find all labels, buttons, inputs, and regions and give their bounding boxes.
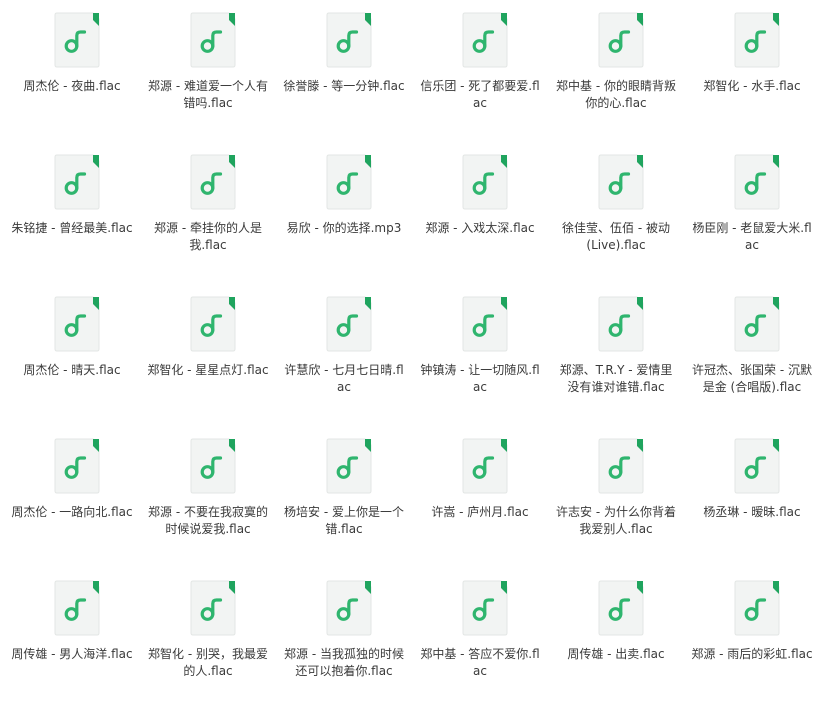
file-item[interactable]: 周传雄 - 出卖.flac [551, 568, 681, 698]
file-item[interactable]: 郑智化 - 星星点灯.flac [143, 284, 273, 414]
file-name: 郑源 - 不要在我寂寞的时候说爱我.flac [148, 505, 268, 536]
file-item[interactable]: 许冠杰、张国荣 - 沉默是金 (合唱版).flac [687, 284, 817, 414]
file-name: 徐誉滕 - 等一分钟.flac [283, 79, 405, 93]
file-name: 易欣 - 你的选择.mp3 [286, 221, 402, 235]
file-item[interactable]: 信乐团 - 死了都要爱.flac [415, 0, 545, 130]
music-file-icon [734, 296, 780, 352]
music-file-icon [326, 12, 372, 68]
file-item[interactable]: 郑智化 - 水手.flac [687, 0, 817, 130]
file-item[interactable]: 徐佳莹、伍佰 - 被动 (Live).flac [551, 142, 681, 272]
file-name: 杨丞琳 - 暧昧.flac [703, 505, 801, 519]
file-name: 许嵩 - 庐州月.flac [431, 505, 529, 519]
file-name: 许慧欣 - 七月七日晴.flac [284, 363, 404, 394]
file-item[interactable]: 郑源 - 牵挂你的人是我.flac [143, 142, 273, 272]
file-grid: 周杰伦 - 夜曲.flac 郑源 - 难道爱一个人有错吗.flac 徐誉滕 - 等一… [0, 0, 823, 711]
file-name: 杨臣刚 - 老鼠爱大米.flac [692, 221, 812, 252]
file-name: 郑中基 - 你的眼睛背叛你的心.flac [556, 79, 676, 110]
file-item[interactable]: 郑智化 - 别哭，我最爱的人.flac [143, 568, 273, 698]
file-name: 杨培安 - 爱上你是一个错.flac [284, 505, 404, 536]
music-file-icon [190, 580, 236, 636]
file-name: 周杰伦 - 一路向北.flac [11, 505, 133, 519]
music-file-icon [598, 154, 644, 210]
music-file-icon [462, 438, 508, 494]
music-file-icon [190, 296, 236, 352]
file-name: 郑源 - 牵挂你的人是我.flac [154, 221, 262, 252]
file-item[interactable]: 许嵩 - 庐州月.flac [415, 426, 545, 556]
file-item[interactable]: 郑中基 - 你的眼睛背叛你的心.flac [551, 0, 681, 130]
file-name: 郑源 - 入戏太深.flac [425, 221, 535, 235]
file-item[interactable]: 徐誉滕 - 等一分钟.flac [279, 0, 409, 130]
music-file-icon [462, 296, 508, 352]
music-file-icon [190, 438, 236, 494]
file-item[interactable]: 朱铭捷 - 曾经最美.flac [7, 142, 137, 272]
file-name: 郑源 - 当我孤独的时候还可以抱着你.flac [284, 647, 404, 678]
music-file-icon [54, 154, 100, 210]
music-file-icon [462, 580, 508, 636]
music-file-icon [326, 580, 372, 636]
file-item[interactable]: 郑源 - 入戏太深.flac [415, 142, 545, 272]
file-name: 郑源 - 雨后的彩虹.flac [691, 647, 813, 661]
music-file-icon [190, 154, 236, 210]
music-file-icon [54, 296, 100, 352]
file-item[interactable]: 周传雄 - 男人海洋.flac [7, 568, 137, 698]
music-file-icon [598, 296, 644, 352]
music-file-icon [54, 438, 100, 494]
file-name: 郑中基 - 答应不爱你.flac [420, 647, 540, 678]
file-name: 许冠杰、张国荣 - 沉默是金 (合唱版).flac [692, 363, 812, 394]
music-file-icon [190, 12, 236, 68]
file-item[interactable]: 许志安 - 为什么你背着我爱别人.flac [551, 426, 681, 556]
music-file-icon [734, 12, 780, 68]
file-item[interactable]: 杨臣刚 - 老鼠爱大米.flac [687, 142, 817, 272]
music-file-icon [54, 580, 100, 636]
music-file-icon [598, 580, 644, 636]
file-name: 周传雄 - 出卖.flac [567, 647, 665, 661]
music-file-icon [326, 438, 372, 494]
file-item[interactable]: 郑源 - 雨后的彩虹.flac [687, 568, 817, 698]
file-item[interactable]: 杨丞琳 - 暧昧.flac [687, 426, 817, 556]
file-name: 朱铭捷 - 曾经最美.flac [11, 221, 133, 235]
music-file-icon [734, 154, 780, 210]
file-name: 周杰伦 - 夜曲.flac [23, 79, 121, 93]
file-item[interactable]: 周杰伦 - 晴天.flac [7, 284, 137, 414]
file-item[interactable]: 杨培安 - 爱上你是一个错.flac [279, 426, 409, 556]
file-name: 徐佳莹、伍佰 - 被动 (Live).flac [562, 221, 670, 252]
file-name: 郑源 - 难道爱一个人有错吗.flac [148, 79, 268, 110]
file-item[interactable]: 易欣 - 你的选择.mp3 [279, 142, 409, 272]
file-name: 信乐团 - 死了都要爱.flac [420, 79, 540, 110]
file-item[interactable]: 郑中基 - 答应不爱你.flac [415, 568, 545, 698]
music-file-icon [734, 580, 780, 636]
file-item[interactable]: 郑源 - 难道爱一个人有错吗.flac [143, 0, 273, 130]
music-file-icon [326, 154, 372, 210]
file-item[interactable]: 郑源 - 不要在我寂寞的时候说爱我.flac [143, 426, 273, 556]
file-name: 钟镇涛 - 让一切随风.flac [420, 363, 540, 394]
file-name: 郑源、T.R.Y - 爱情里没有谁对谁错.flac [559, 363, 673, 394]
file-name: 许志安 - 为什么你背着我爱别人.flac [556, 505, 676, 536]
file-name: 郑智化 - 水手.flac [703, 79, 801, 93]
music-file-icon [734, 438, 780, 494]
file-name: 郑智化 - 别哭，我最爱的人.flac [148, 647, 268, 678]
music-file-icon [598, 12, 644, 68]
music-file-icon [462, 154, 508, 210]
music-file-icon [462, 12, 508, 68]
file-item[interactable]: 郑源 - 当我孤独的时候还可以抱着你.flac [279, 568, 409, 698]
file-name: 周杰伦 - 晴天.flac [23, 363, 121, 377]
file-name: 周传雄 - 男人海洋.flac [11, 647, 133, 661]
file-item[interactable]: 钟镇涛 - 让一切随风.flac [415, 284, 545, 414]
file-item[interactable]: 周杰伦 - 一路向北.flac [7, 426, 137, 556]
file-item[interactable]: 许慧欣 - 七月七日晴.flac [279, 284, 409, 414]
file-item[interactable]: 周杰伦 - 夜曲.flac [7, 0, 137, 130]
file-item[interactable]: 郑源、T.R.Y - 爱情里没有谁对谁错.flac [551, 284, 681, 414]
music-file-icon [598, 438, 644, 494]
music-file-icon [54, 12, 100, 68]
file-name: 郑智化 - 星星点灯.flac [147, 363, 269, 377]
music-file-icon [326, 296, 372, 352]
